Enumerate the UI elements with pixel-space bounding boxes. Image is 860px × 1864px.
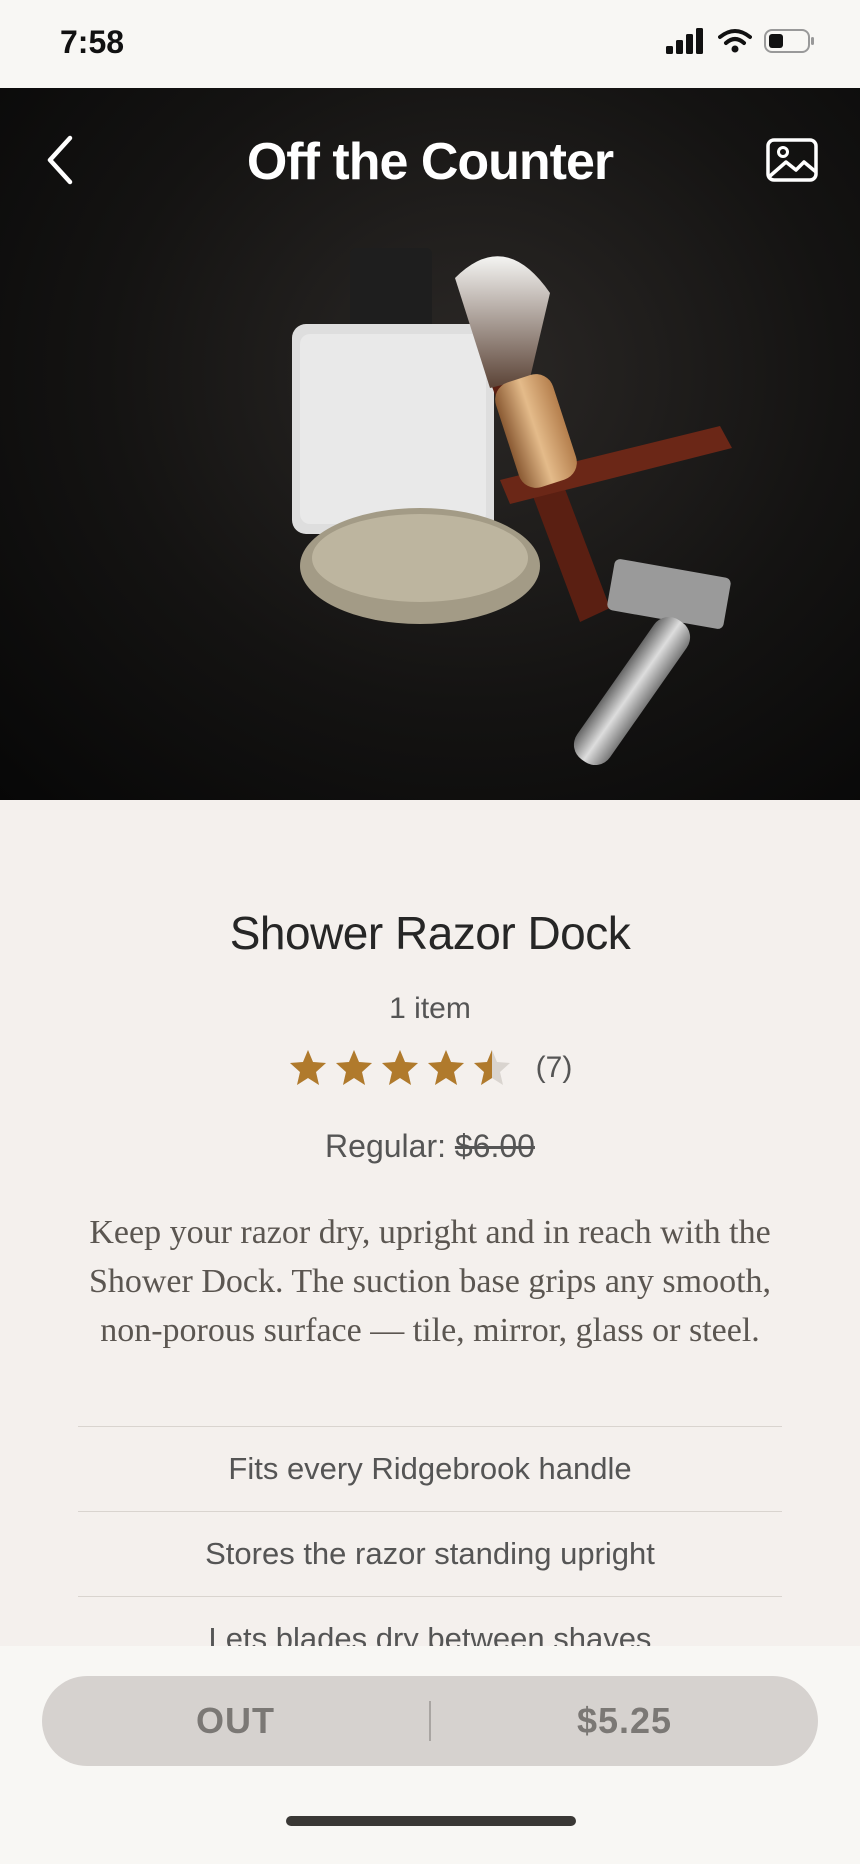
price-line: Regular: $6.00 xyxy=(0,1128,860,1165)
image-gallery-icon xyxy=(766,138,818,182)
bottom-bar: OUT $5.25 xyxy=(0,1646,860,1864)
gallery-button[interactable] xyxy=(766,138,818,182)
regular-price: $6.00 xyxy=(454,1128,535,1164)
hero-image: Off the Counter xyxy=(0,88,860,800)
star-icon xyxy=(473,1050,510,1085)
item-count: 1 item xyxy=(389,992,471,1025)
product-description: Keep your razor dry, upright and in reac… xyxy=(88,1214,772,1349)
feature-item: Stores the razor standing upright xyxy=(78,1511,782,1596)
status-icons xyxy=(666,28,816,54)
stock-status: OUT xyxy=(196,1700,275,1741)
product-photo xyxy=(292,248,732,766)
star-icon xyxy=(427,1050,464,1085)
page-title: Off the Counter xyxy=(246,133,614,191)
signal-icon xyxy=(666,28,703,54)
rating-count: (7) xyxy=(535,1051,573,1084)
star-icon xyxy=(381,1050,418,1085)
add-to-cart-button[interactable]: OUT $5.25 xyxy=(42,1676,818,1766)
star-icon xyxy=(289,1050,326,1085)
feature-item: Fits every Ridgebrook handle xyxy=(78,1426,782,1511)
sale-price: $5.25 xyxy=(576,1700,673,1741)
product-title: Shower Razor Dock xyxy=(229,907,631,959)
feature-list: Fits every Ridgebrook handle Stores the … xyxy=(78,1426,782,1681)
wifi-icon xyxy=(718,29,752,53)
home-indicator[interactable] xyxy=(286,1816,576,1826)
battery-icon xyxy=(764,29,814,53)
star-icon xyxy=(335,1050,372,1085)
status-bar: 7:58 xyxy=(0,0,860,88)
status-time: 7:58 xyxy=(60,24,125,60)
price-label: Regular: xyxy=(325,1128,455,1164)
rating[interactable]: (7) xyxy=(0,1048,860,1088)
rating-stars xyxy=(288,1048,512,1088)
